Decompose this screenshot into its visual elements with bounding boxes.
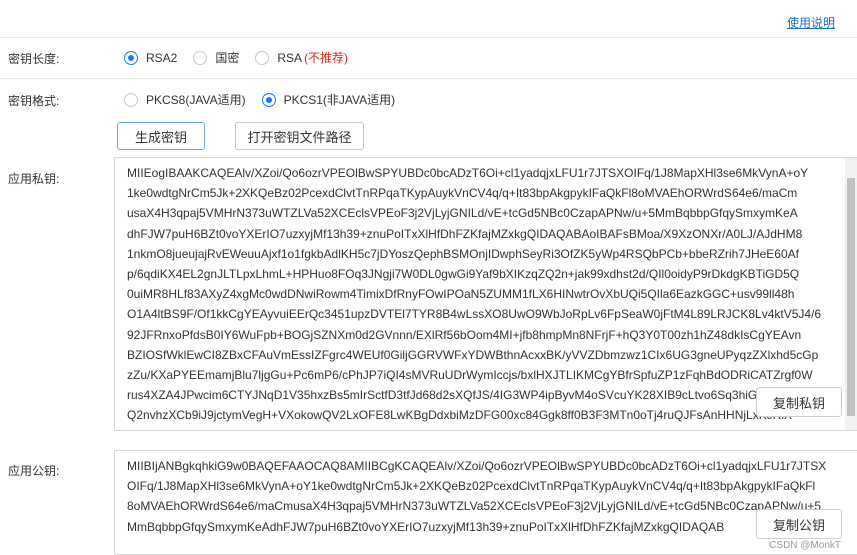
radio-circle-icon <box>124 92 138 107</box>
key-line: MmBqbbpGfqySmxymKeAdhFJW7puH6BZt0voYXErI… <box>127 519 725 534</box>
radio-circle-icon <box>261 92 276 107</box>
public-key-textarea[interactable]: MIIBIjANBgkqhkiG9w0BAQEFAAOCAQ8AMIIBCgKC… <box>114 450 857 555</box>
top-divider <box>0 37 857 38</box>
key-line: BZIOSfWklEwCI8ZBxCFAuVmEssIZFgrc4WEUf0Gi… <box>127 347 819 362</box>
copy-private-key-button[interactable]: 复制私钥 <box>756 387 842 417</box>
key-line: zZu/KXaPYEEmamjBlu7ljgGu+Pc6mP6/cPhJP7iQ… <box>127 368 813 383</box>
private-key-text: MIIEogIBAAKCAQEAlv/XZoi/Qo6ozrVPEOlBwSPY… <box>127 163 839 430</box>
public-key-label: 应用公钥: <box>8 464 60 478</box>
radio-rsa[interactable]: RSA (不推荐) <box>255 49 348 66</box>
key-line: Q2nvhzXCb9iJ9jctymVegH+VXokowQV2LxOFE8Lw… <box>127 408 793 423</box>
private-key-label: 应用私钥: <box>8 172 60 186</box>
radio-circle-icon <box>255 50 270 65</box>
radio-label: 国密 <box>215 51 240 65</box>
key-format-radio-group: PKCS8(JAVA适用) PKCS1(非JAVA适用) <box>124 91 411 108</box>
radio-label: RSA <box>277 50 303 65</box>
public-key-text: MIIBIjANBgkqhkiG9w0BAQEFAAOCAQ8AMIIBCgKC… <box>127 456 839 537</box>
key-line: MIIBIjANBgkqhkiG9w0BAQEFAAOCAQ8AMIIBCgKC… <box>127 459 827 473</box>
radio-rsa2[interactable]: RSA2 <box>124 50 178 65</box>
generate-key-button[interactable]: 生成密钥 <box>117 122 205 150</box>
private-key-scrollbar[interactable] <box>845 158 857 430</box>
key-line: 0uiMR8HLf83AXyZ4xgMc0wdDNwiRowm4TimixDfR… <box>127 287 795 302</box>
key-line: OIFq/1J8MapXHl3se6MkVynA+oY1ke0wdtgNrCm5… <box>127 479 816 494</box>
radio-label: PKCS1(非JAVA适用) <box>283 93 396 107</box>
not-recommended-note: (不推荐) <box>304 51 349 65</box>
row-divider <box>0 78 857 79</box>
key-format-label: 密钥格式: <box>8 94 60 108</box>
csdn-watermark: CSDN @MonkT <box>769 540 841 551</box>
radio-pkcs1[interactable]: PKCS1(非JAVA适用) <box>261 91 396 108</box>
private-key-textarea[interactable]: MIIEogIBAAKCAQEAlv/XZoi/Qo6ozrVPEOlBwSPY… <box>114 157 857 431</box>
radio-circle-icon <box>124 50 138 65</box>
key-line: MIIEogIBAAKCAQEAlv/XZoi/Qo6ozrVPEOlBwSPY… <box>127 166 809 180</box>
key-line: 92JFRnxoPfdsB0IY6WuFpb+BOGjSZNXm0d2GVnnn… <box>127 327 802 342</box>
radio-guomi[interactable]: 国密 <box>193 49 239 66</box>
key-line: rus4XZA4JPwcim6CTYJNqD1V35hxzBs5mIrSctfD… <box>127 388 814 403</box>
key-line: usaX4H3qpaj5VMHrN373uWTZLVa52XCEclsVPEoF… <box>127 206 798 221</box>
key-line: p/6qdiKX4EL2gnJLTLpxLhmL+HPHuo8FOq3JNgji… <box>127 267 800 282</box>
open-key-path-button[interactable]: 打开密钥文件路径 <box>235 122 364 150</box>
radio-label: RSA2 <box>146 50 178 65</box>
copy-public-key-button[interactable]: 复制公钥 <box>756 509 842 539</box>
key-line: 1nkmO8jueujajRvEWeuuAjxf1o1fgkbAdlKH5c7j… <box>127 246 799 261</box>
key-line: 1ke0wdtgNrCm5Jk+2XKQeBz02PcexdClvtTnRPqa… <box>127 186 798 201</box>
key-line: O1A4ltBS9F/Of1kkCgYEAyvuiEErQc3451upzDVT… <box>127 307 822 322</box>
key-line: 8oMVAEhORWrdS64e6/maCmusaX4H3qpaj5VMHrN3… <box>127 499 822 514</box>
radio-pkcs8[interactable]: PKCS8(JAVA适用) <box>124 91 246 108</box>
key-length-label: 密钥长度: <box>8 52 60 66</box>
key-length-radio-group: RSA2 国密 RSA (不推荐) <box>124 49 364 66</box>
radio-circle-icon <box>193 50 208 65</box>
key-line: dhFJW7puH6BZt0voYXErIO7uzxyjMf13h39+znuP… <box>127 226 803 241</box>
help-link[interactable]: 使用说明 <box>787 14 835 31</box>
key-line: 3n0tVrN9wtfVtpSeh0PwecaydcnEs4hEj/xppj8a… <box>127 426 839 430</box>
scrollbar-thumb[interactable] <box>847 178 855 416</box>
radio-label: PKCS8(JAVA适用) <box>146 93 246 107</box>
